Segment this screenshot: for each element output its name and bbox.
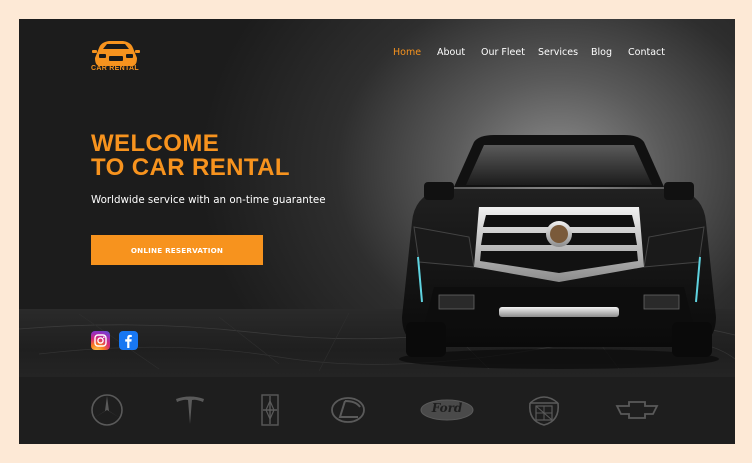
online-reservation-button[interactable]: ONLINE RESERVATION [91,235,263,265]
main-nav: Home About Our Fleet Services Blog Conta… [19,47,735,59]
page-frame: CAR RENTAL Home About Our Fleet Services… [19,19,735,444]
hero-tagline: Worldwide service with an on-time guaran… [91,194,326,206]
nav-our-fleet[interactable]: Our Fleet [481,47,525,58]
cadillac-logo-icon[interactable] [526,393,562,427]
nav-contact[interactable]: Contact [628,47,665,58]
hero-section: CAR RENTAL Home About Our Fleet Services… [19,19,735,377]
headline-line-2: TO CAR RENTAL [91,154,290,181]
lexus-logo-icon[interactable] [330,393,366,427]
tesla-logo-icon[interactable] [173,393,207,427]
hero-headline: WELCOME TO CAR RENTAL [91,132,290,180]
chevrolet-logo-icon[interactable] [615,393,659,427]
brand-name: CAR RENTAL [91,65,139,72]
nav-services[interactable]: Services [538,47,578,58]
lincoln-logo-icon[interactable] [259,393,281,427]
facebook-icon[interactable] [119,331,138,350]
mercedes-benz-logo-icon[interactable] [90,393,124,427]
nav-blog[interactable]: Blog [591,47,612,58]
ford-wordmark: Ford [431,401,463,415]
brand-logos-strip: Ford [19,377,735,444]
instagram-icon[interactable] [91,331,110,350]
suv-car-image [399,135,719,369]
ford-logo-icon[interactable]: Ford [419,393,475,427]
nav-about[interactable]: About [437,47,465,58]
nav-home[interactable]: Home [393,47,421,58]
headline-line-1: WELCOME [91,130,220,157]
